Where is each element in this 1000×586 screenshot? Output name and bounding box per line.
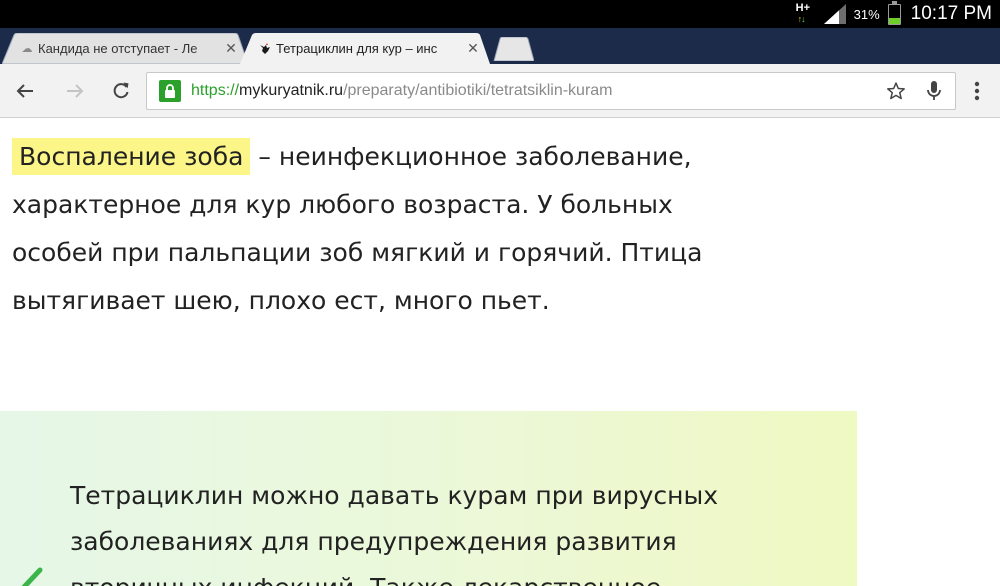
page-content: Воспаление зоба – неинфекционное заболев…	[0, 119, 1000, 586]
battery-level-fill	[888, 17, 900, 24]
tab-inactive[interactable]: ☁ Кандида не отступает - Ле ✕	[2, 33, 248, 64]
more-vertical-icon	[974, 81, 980, 101]
tip-line-1: Тетрациклин можно давать курам при вирус…	[70, 481, 719, 510]
data-activity-icon: ↑↓	[797, 14, 806, 24]
arrow-right-icon	[67, 84, 84, 98]
status-bar: H+ ↑↓ 31% 10:17 PM	[0, 0, 1000, 28]
tip-text: Тетрациклин можно давать курам при вирус…	[70, 473, 850, 586]
status-clock: 10:17 PM	[910, 3, 992, 24]
rooster-favicon-icon	[260, 42, 270, 54]
tab-strip: ☁ Кандида не отступает - Ле ✕ Тетрацикли…	[0, 28, 1000, 64]
url-scheme: https://	[191, 82, 240, 99]
tip-callout: Тетрациклин можно давать курам при вирус…	[0, 411, 857, 586]
tab-active[interactable]: Тетрациклин для кур – инс ✕	[240, 33, 490, 64]
battery-icon	[887, 0, 901, 25]
tip-line-3: вторичных инфекций. Также лекарственное	[70, 573, 661, 586]
battery-percent: 31%	[853, 6, 880, 22]
secure-lock-icon[interactable]	[159, 80, 181, 102]
url-path: /preparaty/antibiotiki/tetratsiklin-kura…	[343, 82, 613, 99]
bookmark-star-button[interactable]	[883, 78, 909, 104]
overflow-menu-button[interactable]	[966, 78, 988, 104]
forward-button[interactable]	[62, 78, 88, 104]
browser-toolbar: https://mykuryatnik.ru/preparaty/antibio…	[0, 64, 1000, 118]
tab-close-icon[interactable]: ✕	[224, 40, 238, 57]
tip-line-2: заболеваниях для предупреждения развития	[70, 527, 677, 556]
article-paragraph: Воспаление зоба – неинфекционное заболев…	[12, 133, 972, 325]
reload-icon	[113, 82, 129, 99]
network-type-indicator: H+ ↑↓	[794, 2, 814, 26]
article-line-4: вытягивает шею, плохо ест, много пьет.	[12, 286, 550, 315]
address-bar[interactable]: https://mykuryatnik.ru/preparaty/antibio…	[146, 72, 956, 110]
reload-button[interactable]	[108, 78, 134, 104]
article-line-2: характерное для кур любого возраста. У б…	[12, 190, 673, 219]
signal-strength-icon	[823, 4, 846, 24]
article-line-3: особей при пальпации зоб мягкий и горячи…	[12, 238, 703, 267]
tab-title: Кандида не отступает - Ле	[38, 41, 198, 56]
microphone-icon	[927, 81, 941, 100]
highlighted-term: Воспаление зоба	[12, 138, 251, 175]
arrow-left-icon	[16, 84, 33, 98]
tab-close-icon[interactable]: ✕	[466, 40, 480, 57]
article-line-1: – неинфекционное заболевание,	[250, 142, 692, 171]
tab-title: Тетрациклин для кур – инс	[276, 41, 438, 56]
star-icon	[887, 82, 905, 100]
url-text[interactable]: https://mykuryatnik.ru/preparaty/antibio…	[191, 82, 883, 100]
site-favicon-icon: ☁	[21, 42, 33, 55]
back-button[interactable]	[12, 78, 38, 104]
checkmark-icon	[21, 567, 43, 586]
new-tab-button[interactable]	[490, 37, 534, 61]
voice-search-button[interactable]	[921, 78, 947, 104]
network-type-label: H+	[795, 2, 811, 14]
lock-icon	[165, 84, 175, 98]
url-domain: mykuryatnik.ru	[239, 82, 344, 99]
